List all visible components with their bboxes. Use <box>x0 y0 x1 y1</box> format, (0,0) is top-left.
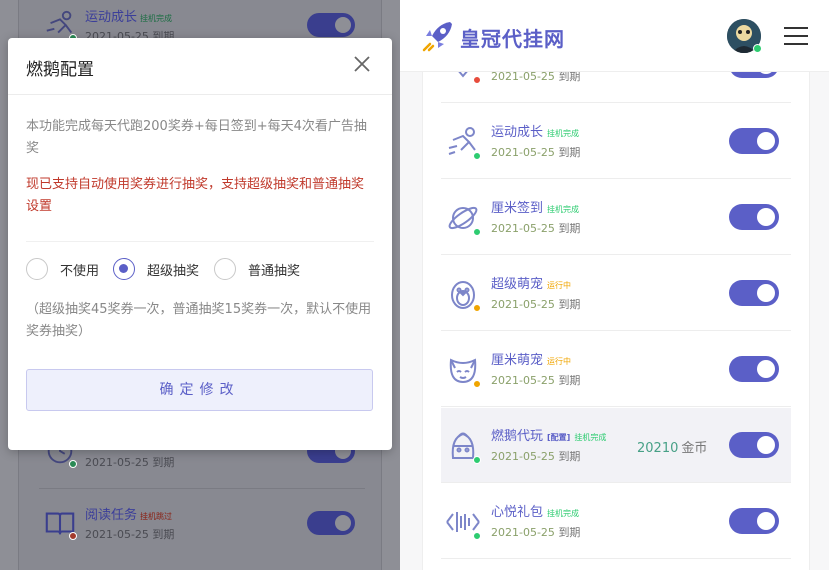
list-item: 超级萌宠 运行中 2021-05-25 到期 <box>441 256 791 331</box>
config-dialog: 燃鹅配置 本功能完成每天代跑200奖券+每日签到+每天4次看广告抽奖 现已支持自… <box>8 38 392 450</box>
task-date: 2021-05-25 到期 <box>491 222 581 235</box>
task-toggle[interactable] <box>729 508 779 534</box>
radio-circle[interactable] <box>214 258 236 280</box>
status-dot <box>473 304 481 312</box>
rocket-logo-icon <box>422 22 452 52</box>
task-name: 心悦礼包 <box>491 505 544 520</box>
radio-circle[interactable] <box>113 258 135 280</box>
status-dot <box>473 532 481 540</box>
task-status: 挂机完成 <box>547 129 580 138</box>
list-item: 心悦礼包 挂机完成 2021-05-25 到期 <box>441 484 791 559</box>
task-date: 2021-05-25 到期 <box>491 374 581 387</box>
dialog-header: 燃鹅配置 <box>8 38 392 95</box>
brand-title: 皇冠代挂网 <box>460 27 565 51</box>
top-bar: 皇冠代挂网 <box>400 0 829 72</box>
task-date: 2021-05-25 到期 <box>85 456 175 469</box>
status-dot <box>473 456 481 464</box>
task-name: 厘米萌宠 <box>491 353 544 368</box>
task-date: 2021-05-25 到期 <box>491 526 581 539</box>
radio-label: 普通抽奖 <box>248 264 301 279</box>
task-toggle[interactable] <box>729 128 779 154</box>
task-name: 超级萌宠 <box>491 277 544 292</box>
task-toggle[interactable] <box>729 432 779 458</box>
dialog-title: 燃鹅配置 <box>26 60 94 80</box>
task-date: 2021-05-25 到期 <box>491 298 581 311</box>
dialog-notice: 现已支持自动使用奖券进行抽奖，支持超级抽奖和普通抽奖设置 <box>26 177 365 214</box>
list-item: 厘米签到 挂机完成 2021-05-25 到期 <box>441 180 791 255</box>
task-status: 挂机完成 <box>547 205 580 214</box>
radio-circle[interactable] <box>26 258 48 280</box>
list-item: 厘米萌宠 运行中 2021-05-25 到期 <box>441 332 791 407</box>
task-list: 2021-05-25 到期 运动成长 挂机完成 2021-05-25 到期 厘米签… <box>422 52 810 570</box>
radio-label: 超级抽奖 <box>147 264 200 279</box>
task-name: 阅读任务 <box>85 508 138 523</box>
task-toggle[interactable] <box>729 356 779 382</box>
close-icon[interactable] <box>352 54 372 74</box>
status-dot <box>473 152 481 160</box>
status-dot <box>69 532 77 540</box>
task-name: 运动成长 <box>491 125 544 140</box>
task-date: 2021-05-25 到期 <box>491 450 581 463</box>
right-screen: 皇冠代挂网 2021-05-25 到期 运动成长 挂机完成 2021-05-25… <box>400 0 829 570</box>
task-date: 2021-05-25 到期 <box>85 528 175 541</box>
config-link[interactable]: [配置] <box>547 433 570 442</box>
task-toggle[interactable] <box>307 13 355 37</box>
dialog-note: （超级抽奖45奖券一次，普通抽奖15奖券一次，默认不使用奖券抽奖） <box>26 302 372 339</box>
left-screen: 运动成长 挂机完成 2021-05-25 到期 2021-05-25 到期 阅读任… <box>0 0 400 570</box>
task-name: 运动成长 <box>85 10 138 25</box>
task-toggle[interactable] <box>729 204 779 230</box>
online-dot <box>753 44 762 53</box>
radio-label: 不使用 <box>60 264 100 279</box>
task-status: 挂机完成 <box>574 433 607 442</box>
status-dot <box>473 380 481 388</box>
list-item: 运动成长 挂机完成 2021-05-25 到期 <box>441 104 791 179</box>
task-name: 厘米签到 <box>491 201 544 216</box>
confirm-button[interactable]: 确定修改 <box>26 369 373 411</box>
task-status: 挂机完成 <box>140 14 173 23</box>
status-dot <box>69 460 77 468</box>
task-toggle[interactable] <box>729 280 779 306</box>
coin-balance: 20210 金币 <box>637 441 708 456</box>
task-status: 运行中 <box>547 281 572 290</box>
task-status: 运行中 <box>547 357 572 366</box>
task-toggle[interactable] <box>307 511 355 535</box>
task-name: 燃鹅代玩 <box>491 429 544 444</box>
dialog-description: 本功能完成每天代跑200奖券+每日签到+每天4次看广告抽奖 <box>26 119 367 156</box>
menu-icon[interactable] <box>784 27 808 45</box>
task-date: 2021-05-25 到期 <box>491 146 581 159</box>
list-item: 阅读任务 挂机跳过 2021-05-25 到期 <box>19 490 383 560</box>
task-status: 挂机跳过 <box>140 512 173 521</box>
status-dot <box>473 76 481 84</box>
status-dot <box>473 228 481 236</box>
list-item: 燃鹅代玩 [配置] 挂机完成 2021-05-25 到期 20210 金币 <box>441 408 791 483</box>
task-status: 挂机完成 <box>547 509 580 518</box>
